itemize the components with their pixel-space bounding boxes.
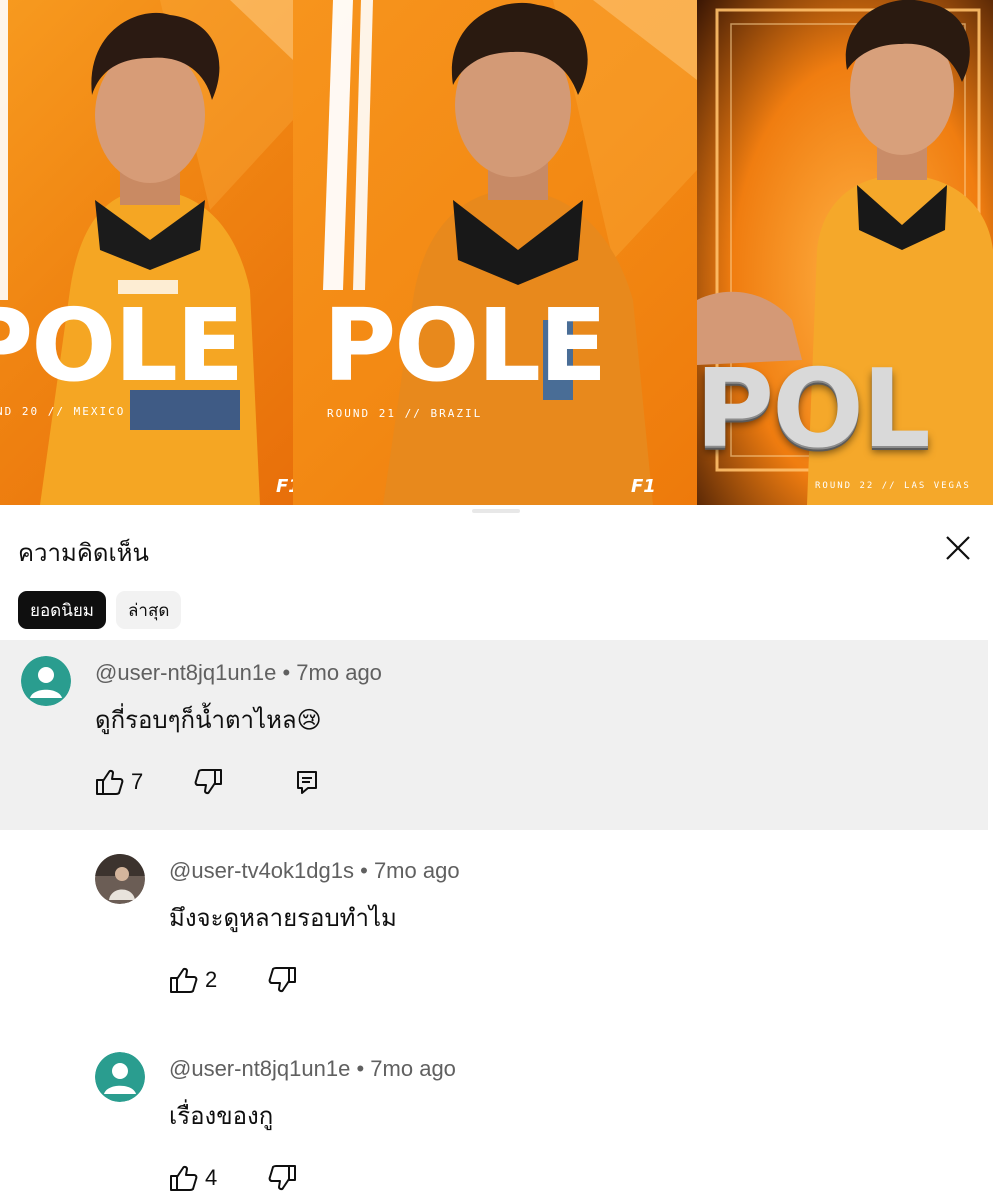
meta-separator: • [360,858,374,883]
avatar[interactable] [95,1052,145,1102]
meta-separator: • [356,1056,371,1081]
comment-meta: @user-nt8jq1un1e • 7mo ago [169,1056,456,1082]
comment-actions: 4 [169,1164,297,1192]
round-label: ROUND 22 // LAS VEGAS [815,481,971,491]
comment-time: 7mo ago [296,660,382,685]
comment-author[interactable]: @user-tv4ok1dg1s [169,858,354,883]
comment-thread: @user-nt8jq1un1e • 7mo ago ดูกี่รอบๆก็น้… [21,656,961,816]
photo-avatar-icon [95,854,145,904]
comment-actions: 7 [95,768,319,796]
avatar[interactable] [21,656,71,706]
sort-chip-top[interactable]: ยอดนิยม [18,591,106,629]
reply-thread: @user-nt8jq1un1e • 7mo ago เรื่องของกู 4 [95,1052,975,1200]
pole-poster-mexico: POLE ND 20 // MEXICO F1 [0,0,293,505]
close-icon [946,536,970,560]
poster-graphic [0,0,293,505]
thumbs-down-icon [268,1165,297,1191]
poster-graphic [323,0,697,505]
meta-separator: • [282,660,297,685]
dislike-button[interactable] [193,768,223,796]
comment-author[interactable]: @user-nt8jq1un1e [169,1056,350,1081]
thumbs-up-icon [170,967,198,993]
default-avatar-icon [21,656,71,706]
like-count: 7 [131,769,144,794]
like-button[interactable]: 2 [169,966,217,994]
pole-poster-las-vegas: POL ROUND 22 // LAS VEGAS [697,0,993,505]
like-button[interactable]: 4 [169,1164,217,1192]
comment-text: เรื่องของกู [169,1103,274,1130]
pole-title: POLE [323,287,607,404]
comment-text: ดูกี่รอบๆก็น้ำตาไหล😢 [95,707,322,734]
round-label: ROUND 21 // BRAZIL [327,407,483,420]
comment-time: 7mo ago [373,858,460,883]
f1-logo: F1 [276,476,293,497]
comment-meta: @user-tv4ok1dg1s • 7mo ago [169,858,460,884]
round-label: ND 20 // MEXICO [0,405,126,418]
pole-title: POL [697,347,931,472]
default-avatar-icon [95,1052,145,1102]
comment-meta: @user-nt8jq1un1e • 7mo ago [95,660,382,686]
thumbs-down-icon [268,967,297,993]
like-button[interactable]: 7 [95,768,143,796]
comment-actions: 2 [169,966,297,994]
comment-author[interactable]: @user-nt8jq1un1e [95,660,276,685]
thumbs-down-icon [194,769,223,795]
thumbs-up-icon [96,769,124,795]
pole-title: POLE [0,287,244,404]
comments-title: ความคิดเห็น [18,540,149,567]
thumbs-up-icon [170,1165,198,1191]
pole-poster-brazil: POLE ROUND 21 // BRAZIL F1 [293,0,697,505]
reply-thread: @user-tv4ok1dg1s • 7mo ago มึงจะดูหลายรอ… [95,854,975,1014]
f1-logo: F1 [631,476,656,497]
reply-button[interactable] [295,769,319,795]
like-count: 2 [205,967,218,992]
sort-chips: ยอดนิยม ล่าสุด [18,591,182,629]
like-count: 4 [205,1165,218,1190]
video-thumbnail-banner[interactable]: POLE ND 20 // MEXICO F1 POLE ROUND 21 //… [0,0,993,505]
comment-time: 7mo ago [370,1056,456,1081]
avatar[interactable] [95,854,145,904]
dislike-button[interactable] [267,966,297,994]
sort-chip-newest[interactable]: ล่าสุด [116,591,182,629]
reply-icon [297,771,318,794]
dislike-button[interactable] [267,1164,297,1192]
close-button[interactable] [940,530,976,566]
sheet-drag-handle[interactable] [472,509,520,513]
comment-text: มึงจะดูหลายรอบทำไม [169,905,397,932]
